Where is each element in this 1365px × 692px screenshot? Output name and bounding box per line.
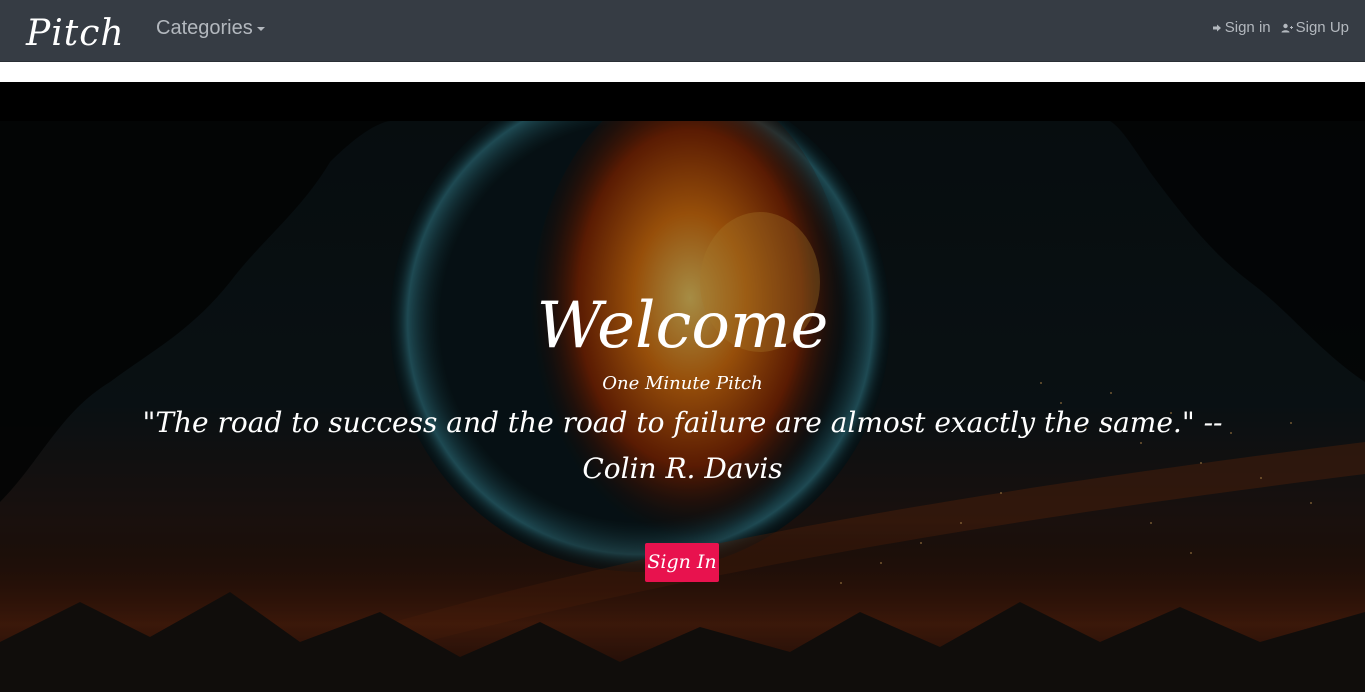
- caret-down-icon: [256, 26, 265, 31]
- hero-sign-in-button[interactable]: Sign In: [645, 543, 719, 582]
- nav-right: Sign in Sign Up: [1212, 18, 1349, 38]
- hero-content: Welcome One Minute Pitch "The road to su…: [0, 82, 1365, 692]
- hero-quote: "The road to success and the road to fai…: [142, 406, 1223, 485]
- sign-in-link[interactable]: Sign in: [1212, 18, 1271, 38]
- brand-logo[interactable]: Pitch: [26, 12, 125, 56]
- user-plus-icon: [1281, 23, 1293, 33]
- sign-in-arrow-icon: [1212, 24, 1221, 32]
- hero-title: Welcome: [536, 289, 829, 363]
- sign-up-label: Sign Up: [1295, 19, 1349, 36]
- hero-subtitle: One Minute Pitch: [602, 373, 763, 394]
- categories-label: Categories: [156, 17, 253, 39]
- sign-up-link[interactable]: Sign Up: [1281, 18, 1349, 38]
- hero-section: Welcome One Minute Pitch "The road to su…: [0, 82, 1365, 692]
- navbar: Pitch Categories Sign in Sign Up: [0, 0, 1365, 62]
- sign-in-label: Sign in: [1224, 19, 1271, 36]
- categories-dropdown[interactable]: Categories: [156, 16, 265, 40]
